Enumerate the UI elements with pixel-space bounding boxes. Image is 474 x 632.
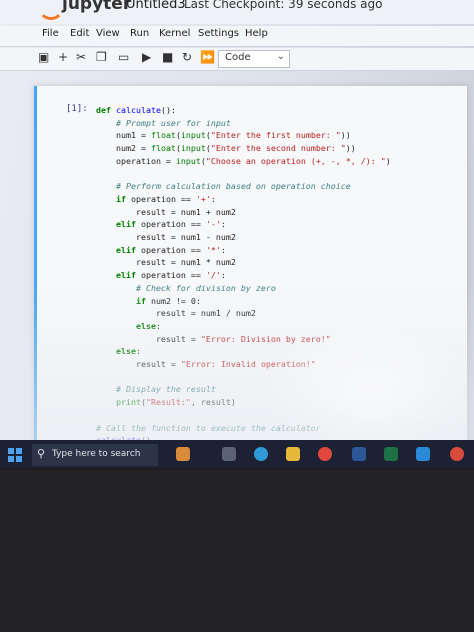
- code-line: def calculate():: [96, 105, 176, 115]
- code-line: if num2 != 0:: [135, 295, 201, 306]
- code-line: if operation == '+':: [115, 193, 216, 204]
- code-line: # Display the result: [96, 384, 216, 395]
- weather-icon[interactable]: [176, 447, 190, 461]
- code-line: operation = input("Choose an operation (…: [96, 155, 391, 166]
- save-icon[interactable]: ▣: [38, 50, 49, 64]
- search-icon: ⚲: [37, 447, 46, 460]
- code-line: print("Result:", result): [115, 397, 236, 408]
- code-line: # Check for division by zero: [96, 282, 276, 293]
- code-line: elif operation == '*':: [115, 244, 226, 255]
- code-line: num2 = float(input("Enter the second num…: [96, 143, 356, 154]
- task-view-icon[interactable]: [222, 447, 236, 461]
- menu-kernel[interactable]: Kernel: [159, 28, 190, 39]
- code-line: result = num1 + num2: [135, 206, 236, 217]
- code-line: result = "Error: Invalid operation!": [96, 359, 316, 370]
- code-line: result = "Error: Division by zero!": [96, 333, 331, 344]
- menu-edit[interactable]: Edit: [70, 28, 89, 39]
- stop-icon[interactable]: ■: [162, 50, 173, 64]
- cell-type-select[interactable]: Code ⌄: [218, 50, 290, 68]
- code-line: result = num1 / num2: [155, 308, 256, 319]
- code-line: # Prompt user for input: [96, 117, 231, 128]
- chrome-profile-icon[interactable]: [450, 447, 464, 461]
- brand-name: jupyter: [62, 0, 132, 14]
- jupyter-header: jupyter Untitled3 Last Checkpoint: 39 se…: [0, 0, 474, 24]
- monitor-screen: jupyter Untitled3 Last Checkpoint: 39 se…: [0, 0, 474, 468]
- windows-start-icon[interactable]: [8, 448, 22, 462]
- taskbar-search[interactable]: ⚲ Type here to search: [32, 444, 158, 466]
- excel-icon[interactable]: [384, 447, 398, 461]
- run-icon[interactable]: ▶: [142, 50, 151, 64]
- code-line: result = num1 * num2: [135, 257, 236, 268]
- paste-icon[interactable]: ▭: [118, 50, 129, 64]
- fast-forward-icon[interactable]: ⏩: [200, 50, 215, 64]
- code-line: # Perform calculation based on operation…: [96, 181, 351, 192]
- word-icon[interactable]: [352, 447, 366, 461]
- monitor-bezel: [0, 470, 474, 632]
- file-explorer-icon[interactable]: [286, 447, 300, 461]
- code-line: # Call the function to execute the calcu…: [96, 422, 321, 433]
- edge-browser-icon[interactable]: [254, 447, 268, 461]
- code-line: else:: [115, 346, 141, 357]
- restart-icon[interactable]: ↻: [182, 50, 192, 64]
- menu-run[interactable]: Run: [130, 28, 149, 39]
- copy-icon[interactable]: ❐: [96, 50, 107, 64]
- jupyter-logo-icon: [38, 0, 64, 20]
- chevron-down-icon: ⌄: [276, 51, 285, 62]
- menu-help[interactable]: Help: [245, 28, 268, 39]
- windows-taskbar: ⚲ Type here to search: [0, 440, 474, 468]
- vscode-icon[interactable]: [416, 447, 430, 461]
- toolbar: ▣ + ✂ ❐ ▭ ▶ ■ ↻ ⏩ Code ⌄: [0, 48, 474, 71]
- cut-icon[interactable]: ✂: [76, 50, 86, 64]
- code-line: result = num1 - num2: [135, 232, 236, 243]
- menu-file[interactable]: File: [42, 28, 59, 39]
- cell-type-value: Code: [225, 52, 251, 63]
- code-line: num1 = float(input("Enter the first numb…: [96, 130, 351, 141]
- add-cell-icon[interactable]: +: [58, 50, 68, 64]
- checkpoint-status: Last Checkpoint: 39 seconds ago: [184, 0, 383, 11]
- cell-prompt: [1]:: [66, 104, 88, 114]
- code-editor[interactable]: def calculate(): # Prompt user for input…: [96, 104, 391, 447]
- code-line: else:: [135, 320, 161, 331]
- menu-bar: File Edit View Run Kernel Settings Help: [0, 26, 474, 47]
- chrome-icon[interactable]: [318, 447, 332, 461]
- menu-view[interactable]: View: [96, 28, 120, 39]
- notebook-title[interactable]: Untitled3: [126, 0, 186, 12]
- menu-settings[interactable]: Settings: [198, 28, 239, 39]
- search-placeholder: Type here to search: [52, 449, 141, 459]
- code-line: elif operation == '/':: [115, 270, 226, 281]
- code-line: elif operation == '-':: [115, 219, 226, 230]
